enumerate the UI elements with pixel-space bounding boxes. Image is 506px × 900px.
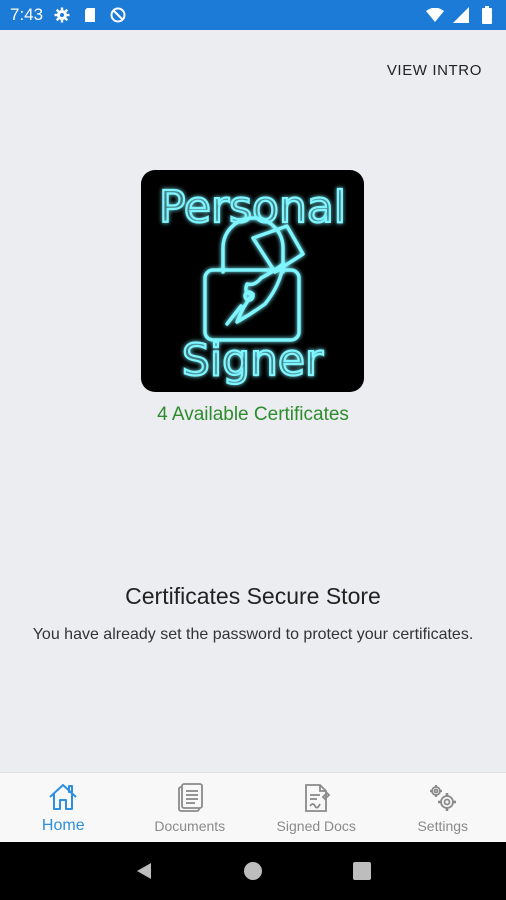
documents-icon [174, 782, 206, 814]
back-icon[interactable] [129, 856, 159, 886]
recents-icon[interactable] [347, 856, 377, 886]
nav-item-signed-docs[interactable]: Signed Docs [253, 773, 380, 842]
wifi-icon [426, 6, 444, 24]
nav-label-home: Home [41, 816, 85, 834]
status-bar: 7:43 [0, 0, 506, 30]
gear-icon [53, 6, 71, 24]
sim-card-icon [81, 6, 99, 24]
status-time: 7:43 [10, 5, 44, 24]
store-title: Certificates Secure Store [125, 583, 381, 609]
nav-item-documents[interactable]: Documents [127, 773, 254, 842]
no-data-icon [109, 6, 127, 24]
nav-label-settings: Settings [417, 817, 469, 834]
app-logo: Personal Signer [141, 170, 364, 392]
available-certificates-count: 4 Available Certificates [157, 404, 349, 425]
store-description: You have already set the password to pro… [32, 626, 474, 643]
signed-docs-icon [300, 782, 332, 814]
signal-icon [452, 6, 470, 24]
bottom-navigation: Home Documents Signed Docs Settings [0, 772, 506, 842]
logo-text-line2: Signer [182, 335, 324, 386]
logo-text-line1: Personal [159, 182, 346, 233]
home-circle-icon[interactable] [238, 856, 268, 886]
view-intro-button[interactable]: VIEW INTRO [387, 62, 482, 79]
nav-item-home[interactable]: Home [0, 773, 127, 842]
home-icon [47, 781, 79, 813]
battery-icon [478, 6, 496, 24]
settings-gears-icon [427, 782, 459, 814]
system-navigation-bar [0, 842, 506, 900]
nav-label-signed-docs: Signed Docs [276, 817, 356, 834]
nav-label-documents: Documents [154, 817, 226, 834]
nav-item-settings[interactable]: Settings [380, 773, 506, 842]
